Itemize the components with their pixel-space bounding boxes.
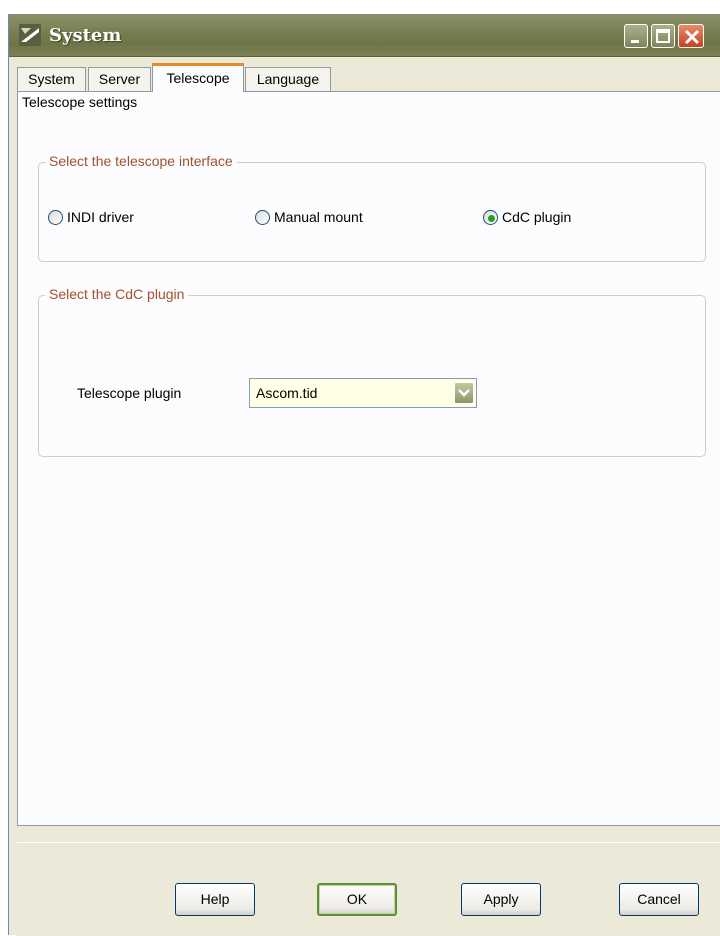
chevron-down-icon <box>458 389 470 397</box>
radio-label: CdC plugin <box>502 209 572 225</box>
radio-circle <box>48 210 63 225</box>
radio-selected-dot <box>488 215 495 222</box>
interface-group: Select the telescope interface INDI driv… <box>38 153 706 262</box>
plugin-group: Select the CdC plugin Telescope plugin A… <box>38 286 706 457</box>
page-subtitle: Telescope settings <box>22 94 138 110</box>
tab-system[interactable]: System <box>17 67 86 91</box>
help-button[interactable]: Help <box>175 883 255 916</box>
cancel-button[interactable]: Cancel <box>619 883 699 916</box>
plugin-group-title: Select the CdC plugin <box>45 286 189 302</box>
minimize-button[interactable] <box>624 24 648 48</box>
telescope-plugin-label: Telescope plugin <box>77 385 182 401</box>
close-icon <box>684 29 700 45</box>
system-dialog: System System Server Telescope Language … <box>8 14 720 936</box>
maximize-button[interactable] <box>651 24 675 48</box>
telescope-tab-panel: Telescope settings Select the telescope … <box>17 91 720 826</box>
radio-label: INDI driver <box>67 209 134 225</box>
maximize-icon <box>656 29 670 43</box>
radio-circle <box>483 210 498 225</box>
minimize-icon <box>631 40 639 43</box>
window-title: System <box>49 25 122 46</box>
tab-telescope[interactable]: Telescope <box>152 63 244 92</box>
tab-server[interactable]: Server <box>88 67 151 91</box>
dropdown-button[interactable] <box>454 382 474 404</box>
telescope-plugin-select[interactable]: Ascom.tid <box>249 378 477 408</box>
telescope-plugin-value: Ascom.tid <box>256 385 318 401</box>
apply-button[interactable]: Apply <box>461 883 541 916</box>
interface-group-title: Select the telescope interface <box>45 153 237 169</box>
title-bar[interactable]: System <box>9 14 720 57</box>
close-button[interactable] <box>678 24 704 48</box>
ok-button[interactable]: OK <box>317 883 397 916</box>
radio-label: Manual mount <box>274 209 363 225</box>
button-bar: Help OK Apply Cancel <box>17 842 720 936</box>
tab-language[interactable]: Language <box>245 67 331 91</box>
app-icon <box>19 24 41 46</box>
radio-circle <box>255 210 270 225</box>
